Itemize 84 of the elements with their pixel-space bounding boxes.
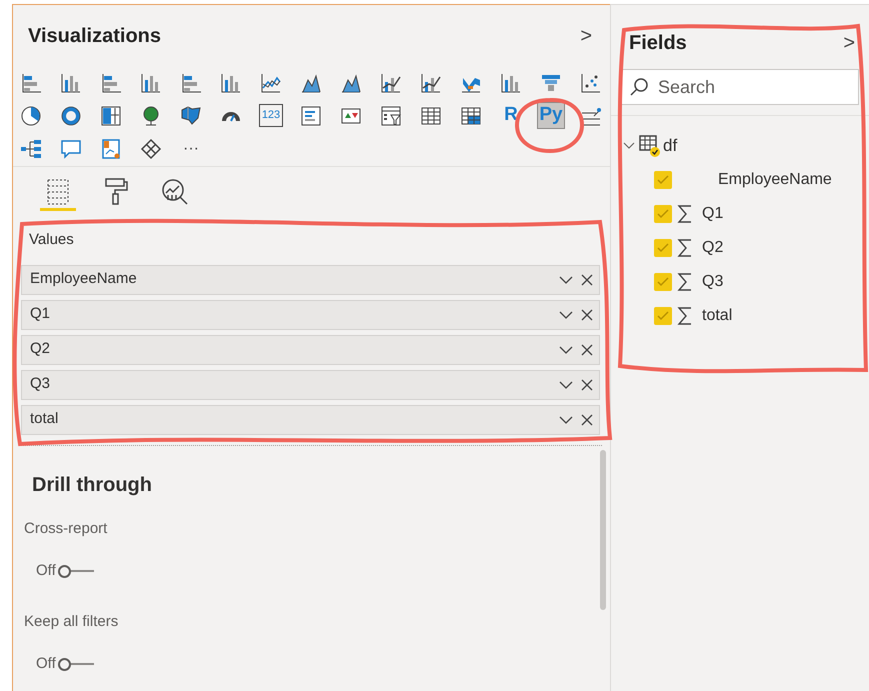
donut-chart-icon xyxy=(60,104,82,126)
analytics-icon xyxy=(160,176,188,206)
field-name: EmployeeName xyxy=(30,269,137,290)
checkbox[interactable] xyxy=(654,273,672,291)
visual-button[interactable]: 123 xyxy=(257,102,285,129)
field-name: Q2 xyxy=(30,339,50,360)
diamond-icon xyxy=(140,138,162,160)
value-field-chip[interactable]: Q1 xyxy=(21,300,600,330)
scatter-chart-icon xyxy=(580,72,602,94)
map-icon xyxy=(180,104,202,126)
table-icon xyxy=(639,134,663,158)
column-chart-icon xyxy=(500,72,522,94)
check-icon xyxy=(657,243,669,253)
line-chart-icon xyxy=(260,72,282,94)
toggle-state: Off xyxy=(36,654,56,674)
toggle-label: Cross-report xyxy=(24,518,108,538)
bar-chart-icon xyxy=(180,72,202,94)
sigma-icon xyxy=(677,204,693,224)
chevron-down-icon[interactable] xyxy=(559,344,573,354)
annotation-outline xyxy=(515,98,584,153)
chevron-down-icon[interactable] xyxy=(559,414,573,424)
sigma-icon xyxy=(677,238,693,258)
pane-title: Visualizations xyxy=(28,24,162,49)
combo-chart-icon xyxy=(380,72,402,94)
scrollbar[interactable] xyxy=(600,450,606,610)
value-field-chip[interactable]: Q3 xyxy=(21,370,600,400)
check-icon xyxy=(657,311,669,321)
decomposition-tree-icon xyxy=(20,138,42,160)
collapse-button[interactable]: > xyxy=(843,33,855,53)
field-name[interactable]: total xyxy=(702,304,732,328)
field-name[interactable]: Q2 xyxy=(702,236,724,260)
toggle-switch[interactable] xyxy=(58,564,94,578)
value-field-chip[interactable]: EmployeeName xyxy=(21,264,600,294)
multi-row-card-icon xyxy=(300,104,322,126)
check-icon xyxy=(657,175,669,185)
table-name[interactable]: df xyxy=(663,133,678,159)
chevron-down-icon[interactable] xyxy=(559,380,573,390)
paginated-report-icon xyxy=(100,138,122,160)
close-icon[interactable] xyxy=(581,378,593,390)
close-icon[interactable] xyxy=(581,414,593,426)
toggle-switch[interactable] xyxy=(58,657,94,672)
value-field-chip[interactable]: Q2 xyxy=(21,334,600,364)
field-name: Q3 xyxy=(30,374,50,394)
column-chart-icon xyxy=(60,72,82,94)
checkbox[interactable] xyxy=(654,239,672,257)
collapse-button[interactable]: > xyxy=(580,26,592,46)
field-name[interactable]: Q3 xyxy=(702,270,724,294)
field-name[interactable]: Q1 xyxy=(702,202,724,226)
treemap-icon xyxy=(100,104,122,126)
table-icon xyxy=(420,104,442,126)
field-name: total xyxy=(30,409,58,430)
pane-title: Fields xyxy=(629,31,687,56)
sigma-icon xyxy=(677,272,693,292)
more-button[interactable]: ··· xyxy=(177,135,205,162)
section-title: Drill through xyxy=(31,472,153,498)
check-icon xyxy=(657,209,669,219)
search-icon xyxy=(629,77,649,97)
slicer-icon xyxy=(380,104,402,126)
checkbox[interactable] xyxy=(654,205,672,223)
checkbox[interactable] xyxy=(654,307,672,325)
speech-bubble-icon xyxy=(60,138,82,160)
field-name: Q1 xyxy=(30,304,50,324)
pie-chart-icon xyxy=(20,104,42,126)
chevron-down-icon[interactable] xyxy=(559,274,573,284)
bar-chart-icon xyxy=(20,72,42,94)
checkbox[interactable] xyxy=(654,171,672,189)
field-name[interactable]: EmployeeName xyxy=(718,168,832,192)
toggle-state: Off xyxy=(36,561,56,581)
close-icon[interactable] xyxy=(581,344,593,356)
sigma-icon xyxy=(677,306,693,326)
close-icon[interactable] xyxy=(581,274,593,286)
section-label: Values xyxy=(28,230,75,250)
chevron-down-icon[interactable] xyxy=(559,310,573,320)
column-chart-icon xyxy=(140,72,162,94)
combo-chart-icon xyxy=(420,72,442,94)
close-icon[interactable] xyxy=(581,308,593,320)
matrix-icon xyxy=(460,104,482,126)
toggle-label: Keep all filters xyxy=(24,612,120,632)
value-field-chip[interactable]: total xyxy=(21,404,600,434)
bar-chart-icon xyxy=(100,72,122,94)
column-chart-icon xyxy=(220,72,242,94)
check-icon xyxy=(657,277,669,287)
search-field[interactable]: Search xyxy=(621,69,859,105)
visual-button[interactable]: R xyxy=(497,102,525,129)
